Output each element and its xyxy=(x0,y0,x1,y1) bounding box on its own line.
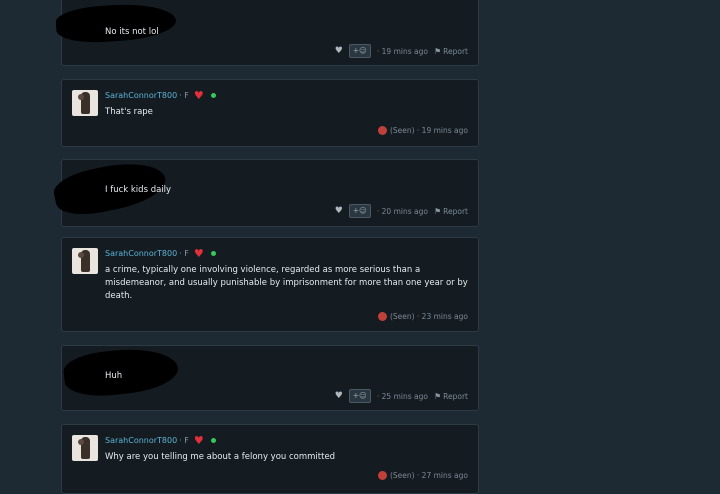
message-footer: ♥ +☺ · 20 mins ago ⚑ Report xyxy=(335,204,468,218)
add-reaction-button[interactable]: +☺ xyxy=(348,204,371,218)
message-card-self: SarahConnorT800 · F ♥ That's rape (Seen)… xyxy=(61,79,479,147)
message-text: Huh xyxy=(105,371,123,381)
seen-status: (Seen) · 19 mins ago xyxy=(389,126,468,135)
timestamp: · 20 mins ago xyxy=(376,206,428,216)
seen-status: (Seen) · 23 mins ago xyxy=(389,312,468,321)
seen-status: (Seen) · 27 mins ago xyxy=(389,471,468,480)
add-reaction-button[interactable]: +☺ xyxy=(348,389,371,403)
message-card-other: No its not lol ♥ +☺ · 19 mins ago ⚑ Repo… xyxy=(54,0,479,66)
report-link[interactable]: Report xyxy=(443,207,468,216)
report-link[interactable]: Report xyxy=(443,47,468,56)
report-link[interactable]: Report xyxy=(443,392,468,401)
flag-icon[interactable]: ⚑ xyxy=(434,207,441,216)
avatar[interactable] xyxy=(72,435,98,461)
flag-icon[interactable]: ⚑ xyxy=(434,392,441,401)
gender-label: · F xyxy=(179,436,189,445)
red-heart-icon[interactable]: ♥ xyxy=(194,248,204,259)
message-header: SarahConnorT800 · F ♥ xyxy=(105,435,216,446)
gender-label: · F xyxy=(179,249,189,258)
message-footer: (Seen) · 23 mins ago xyxy=(377,312,468,321)
message-card-self: SarahConnorT800 · F ♥ a crime, typically… xyxy=(61,237,479,332)
avatar[interactable] xyxy=(72,90,98,116)
username-link[interactable]: SarahConnorT800 xyxy=(105,249,177,258)
message-footer: (Seen) · 27 mins ago xyxy=(377,471,468,480)
message-text: Why are you telling me about a felony yo… xyxy=(105,452,336,462)
username-link[interactable]: SarahConnorT800 xyxy=(105,91,177,100)
message-text: I fuck kids daily xyxy=(105,185,172,195)
heart-icon[interactable]: ♥ xyxy=(335,46,343,56)
message-card-self: SarahConnorT800 · F ♥ Why are you tellin… xyxy=(61,424,479,494)
timestamp: · 19 mins ago xyxy=(376,46,428,56)
message-footer: (Seen) · 19 mins ago xyxy=(377,126,468,135)
message-header: SarahConnorT800 · F ♥ xyxy=(105,90,216,101)
message-card-other: I fuck kids daily ♥ +☺ · 20 mins ago ⚑ R… xyxy=(50,154,479,227)
message-footer: ♥ +☺ · 19 mins ago ⚑ Report xyxy=(335,44,468,58)
timestamp: · 25 mins ago xyxy=(376,391,428,401)
username-link[interactable]: SarahConnorT800 xyxy=(105,436,177,445)
online-dot xyxy=(210,251,216,256)
red-heart-icon[interactable]: ♥ xyxy=(194,90,204,101)
message-text: No its not lol xyxy=(105,27,159,37)
message-text: That's rape xyxy=(105,107,153,117)
online-dot xyxy=(210,438,216,443)
message-card-other: Huh ♥ +☺ · 25 mins ago ⚑ Report xyxy=(61,344,479,411)
flag-icon[interactable]: ⚑ xyxy=(434,47,441,56)
message-footer: ♥ +☺ · 25 mins ago ⚑ Report xyxy=(335,389,468,403)
seen-avatar-icon xyxy=(377,471,387,480)
message-header: SarahConnorT800 · F ♥ xyxy=(105,248,216,259)
seen-avatar-icon xyxy=(377,126,387,135)
red-heart-icon[interactable]: ♥ xyxy=(194,435,204,446)
gender-label: · F xyxy=(179,91,189,100)
add-reaction-button[interactable]: +☺ xyxy=(348,44,371,58)
heart-icon[interactable]: ♥ xyxy=(335,206,343,216)
seen-avatar-icon xyxy=(377,312,387,321)
avatar[interactable] xyxy=(72,248,98,274)
message-text: a crime, typically one involving violenc… xyxy=(105,265,468,301)
heart-icon[interactable]: ♥ xyxy=(335,391,343,401)
online-dot xyxy=(210,93,216,98)
